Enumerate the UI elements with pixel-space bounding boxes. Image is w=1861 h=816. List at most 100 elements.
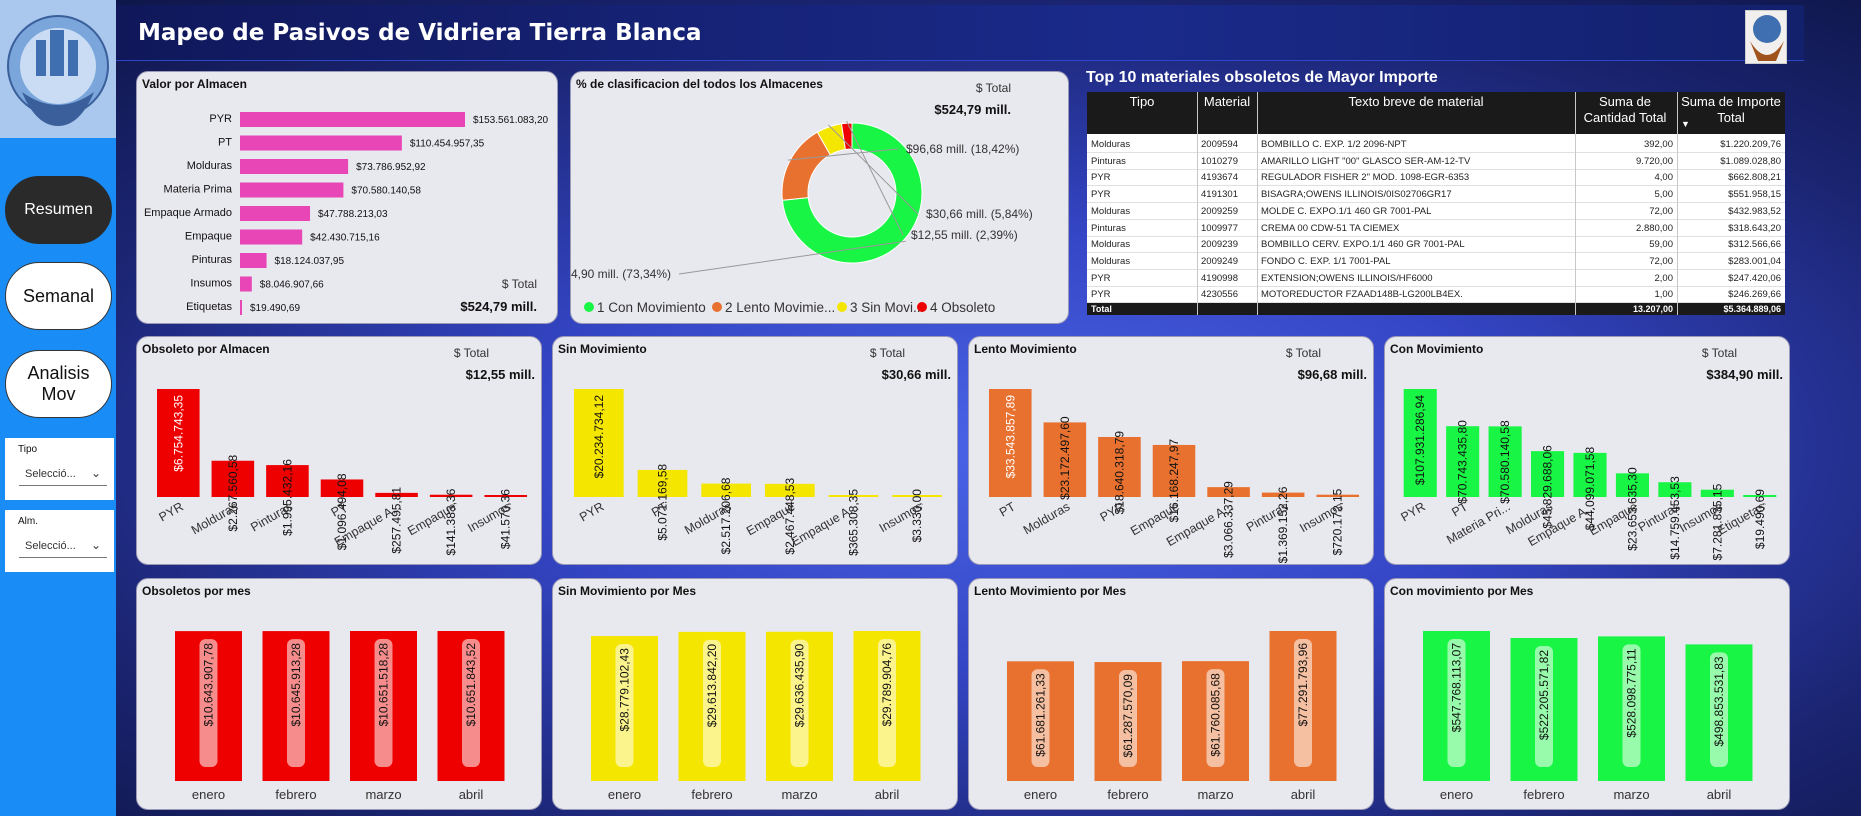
table-row[interactable]: PYR 4193674 REGULADOR FISHER 2" MOD. 1098-… — [1087, 169, 1785, 187]
con-movimiento-por-mes-card: Con movimiento por Mes $547.768.113,07 ene… — [1384, 578, 1790, 810]
bar[interactable] — [240, 159, 349, 174]
bar-category-label: Empaque Armado — [144, 207, 232, 219]
bar-chart: $547.768.113,07 enero $522.205.571,82 febre… — [1423, 631, 1753, 802]
table-row[interactable]: Pinturas 1009977 CREMA 00 CDW-51 TA CIEMEX… — [1087, 220, 1785, 237]
bar-category-label: marzo — [1197, 787, 1233, 802]
bar-value-label: $110.454.957,35 — [410, 139, 485, 150]
nav-resumen-button[interactable]: Resumen — [5, 176, 112, 244]
tipo-dropdown-value: Selecció... — [25, 468, 76, 480]
alm-dropdown-value: Selecció... — [25, 540, 76, 552]
alm-slicer-label: Alm. — [18, 516, 38, 527]
bar-category-label: abril — [459, 787, 484, 802]
table-cell: MOTOREDUCTOR FZAAD148B-LG200LB4EX. — [1261, 289, 1463, 301]
table-cell: MOLDE C. EXPO.1/1 460 GR 7001-PAL — [1261, 205, 1432, 217]
nav-analisis-mov-button[interactable]: Analisis Mov — [5, 350, 112, 418]
sin-movimiento-card: Sin Movimiento $ Total $30,66 mill. $20.234… — [552, 336, 958, 565]
bar-category-label: PT — [997, 499, 1018, 519]
bar-value-label: $107.931.286,94 — [1413, 395, 1427, 485]
table-row[interactable]: Molduras 2009259 MOLDE C. EXPO.1/1 460 GR … — [1087, 203, 1785, 220]
bar-category-label: marzo — [781, 787, 817, 802]
table-cell: 1009977 — [1201, 222, 1238, 234]
bar[interactable] — [240, 229, 303, 245]
bar-value-label: $19.490,69 — [250, 303, 300, 314]
total-label: Total — [1091, 304, 1112, 314]
lento-movimiento-card: Lento Movimiento $ Total $96,68 mill. $33.5… — [968, 336, 1374, 565]
col-cantidad[interactable]: Suma de Cantidad Total — [1575, 94, 1675, 125]
bar-value-label: $498.853.531,83 — [1712, 656, 1726, 746]
col-material[interactable]: Material — [1197, 94, 1257, 110]
sin-movimiento-por-mes-card: Sin Movimiento por Mes $28.779.102,43 ener… — [552, 578, 958, 810]
column-divider — [1197, 92, 1198, 315]
bar-value-label: $29.636.435,90 — [793, 643, 807, 727]
bar-value-label: $23.172.497,60 — [1058, 416, 1072, 500]
bar-category-label: PYR — [1398, 499, 1427, 524]
bar-value-label: $1.995.432,16 — [280, 459, 294, 536]
bar-value-label: $73.786.952,92 — [356, 162, 426, 173]
nav-semanal-button[interactable]: Semanal — [5, 262, 112, 330]
table-row[interactable]: PYR 4230556 MOTOREDUCTOR FZAAD148B-LG200LB… — [1087, 286, 1785, 304]
table-row[interactable]: Molduras 2009239 BOMBILLO CERV. EXPO.1/1 4… — [1087, 236, 1785, 254]
chevron-down-icon: ⌄ — [90, 466, 101, 480]
alm-slicer: Alm. Selecció... ⌄ — [5, 510, 114, 572]
company-logo — [0, 0, 116, 138]
bar-chart: $61.681.261,33 enero $61.287.570,09 febrero… — [1007, 631, 1337, 802]
table-cell: Molduras — [1091, 255, 1131, 267]
bar-value-label: $1.369.152,26 — [1276, 486, 1290, 563]
col-texto[interactable]: Texto breve de material — [1257, 94, 1575, 110]
table-cell: 4,00 — [1654, 172, 1674, 184]
total-importe: $5.364.889,06 — [1723, 304, 1781, 314]
obsoleto-por-almacen-card: Obsoleto por Almacen $ Total $12,55 mill. $… — [136, 336, 542, 565]
bar[interactable] — [240, 135, 402, 151]
col-tipo[interactable]: Tipo — [1087, 94, 1197, 110]
column-divider — [1677, 92, 1678, 315]
table-cell: 2,00 — [1654, 272, 1674, 284]
bar-value-label: $720.172,15 — [1331, 488, 1345, 555]
chevron-down-icon: ⌄ — [90, 538, 101, 552]
legend-marker — [917, 302, 927, 312]
legend-label: 1 Con Movimiento — [597, 300, 706, 315]
bar-chart: $107.931.286,94PYR$70.743.435,80PT$70.58… — [1398, 389, 1777, 560]
sort-desc-icon[interactable]: ▼ — [1681, 119, 1690, 130]
table-cell: 392,00 — [1643, 139, 1673, 150]
tipo-dropdown[interactable]: Selecció... ⌄ — [19, 464, 107, 486]
legend-marker — [837, 302, 847, 312]
table-cell: 4230556 — [1201, 289, 1238, 301]
bar[interactable] — [240, 253, 267, 268]
bar-value-label: $528.098.775,11 — [1625, 648, 1639, 738]
bar[interactable] — [240, 276, 252, 292]
bar-category-label: abril — [1707, 787, 1732, 802]
table-row[interactable]: Pinturas 1010279 AMARILLO LIGHT "00" GLASC… — [1087, 153, 1785, 170]
bar-value-label: $18.124.037,95 — [275, 256, 345, 267]
bar-value-label: $42.430.715,16 — [310, 233, 380, 244]
bar[interactable] — [240, 112, 465, 127]
bar-value-label: $47.788.213,03 — [318, 209, 388, 220]
bar-category-label: PYR — [577, 499, 606, 524]
table-cell: CREMA 00 CDW-51 TA CIEMEX — [1261, 222, 1400, 234]
table-row[interactable]: PYR 4190998 EXTENSION;OWENS ILLINOIS/HF600… — [1087, 270, 1785, 287]
bar-chart: $20.234.734,12PYR $5.071.169,58PT $2.517.2… — [574, 389, 942, 556]
valor-por-almacen-card: Valor por Almacen PYR $153.561.083,20 PT $1… — [136, 71, 558, 324]
legend-label: 4 Obsoleto — [930, 300, 995, 315]
clasificacion-card: % de clasificacion del todos los Almacen… — [570, 71, 1069, 324]
con-movimiento-card: Con Movimiento $ Total $384,90 mill. $107.9… — [1384, 336, 1790, 565]
table-row[interactable]: Molduras 2009249 FONDO C. EXP. 1/1 7001-PA… — [1087, 253, 1785, 270]
bar-value-label: $10.645.913,28 — [289, 643, 303, 727]
alm-dropdown[interactable]: Selecció... ⌄ — [19, 536, 107, 558]
table-cell: $246.269,66 — [1728, 289, 1781, 301]
table-cell: FONDO C. EXP. 1/1 7001-PAL — [1261, 255, 1391, 267]
bar-category-label: Etiquetas — [186, 301, 232, 313]
top10-table: Tipo Material Texto breve de material Su… — [1087, 92, 1785, 315]
bar-category-label: Molduras — [1021, 499, 1073, 537]
bar[interactable] — [240, 206, 311, 221]
table-row[interactable]: PYR 4191301 BISAGRA;OWENS ILLINOIS/0IS0270… — [1087, 186, 1785, 204]
bar-value-label: $41.570,36 — [499, 489, 513, 549]
table-cell: 2009249 — [1201, 255, 1238, 267]
table-row[interactable]: Molduras 2009594 BOMBILLO C. EXP. 1/2 2096… — [1087, 136, 1785, 153]
bar[interactable] — [240, 182, 344, 198]
bar-category-label: marzo — [1613, 787, 1649, 802]
table-cell: $283.001,04 — [1728, 255, 1781, 267]
col-importe[interactable]: Suma de Importe Total — [1677, 94, 1785, 125]
bar-chart: $33.543.857,89 PT $23.172.497,60Molduras $1… — [989, 389, 1359, 563]
bar-value-label: $10.651.518,28 — [377, 643, 391, 727]
bar[interactable] — [240, 300, 242, 315]
